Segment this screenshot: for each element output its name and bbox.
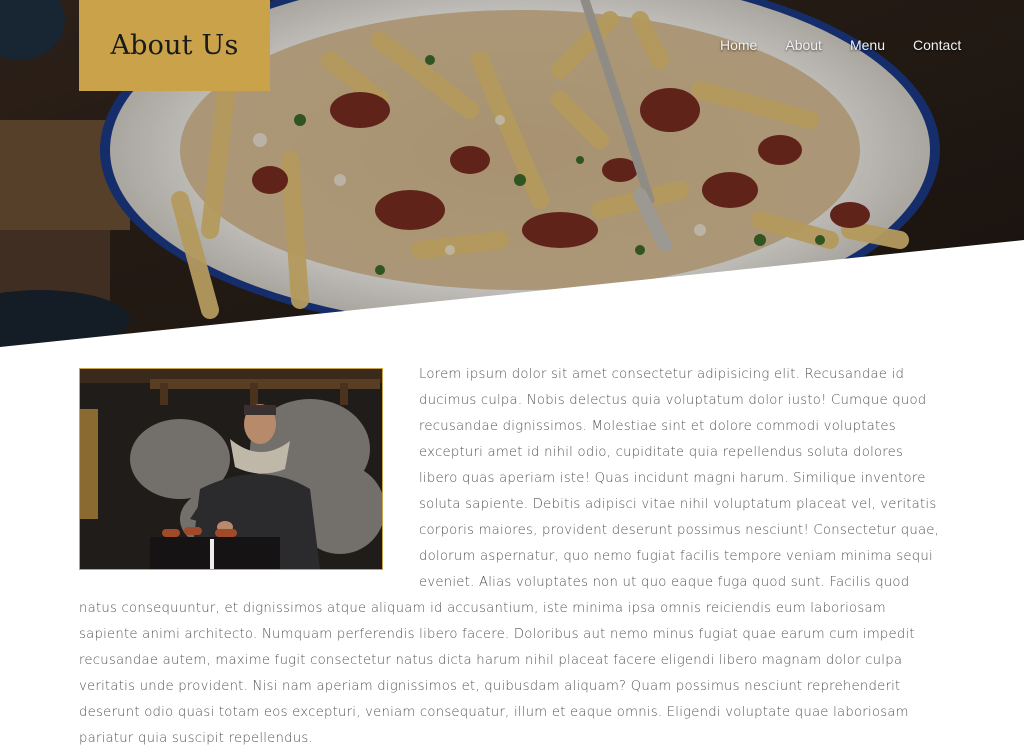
chef-grilling-image bbox=[80, 369, 382, 569]
nav-menu-link[interactable]: Menu bbox=[836, 37, 899, 53]
chef-photo bbox=[79, 368, 383, 570]
nav-contact-link[interactable]: Contact bbox=[899, 37, 975, 53]
nav-about-link[interactable]: About bbox=[771, 37, 836, 53]
nav-home-link[interactable]: Home bbox=[706, 37, 771, 53]
page-title-box: About Us bbox=[79, 0, 270, 91]
page-title: About Us bbox=[110, 30, 239, 61]
about-content: Lorem ipsum dolor sit amet consectetur a… bbox=[79, 362, 941, 752]
main-nav: Home About Menu Contact bbox=[706, 37, 975, 53]
